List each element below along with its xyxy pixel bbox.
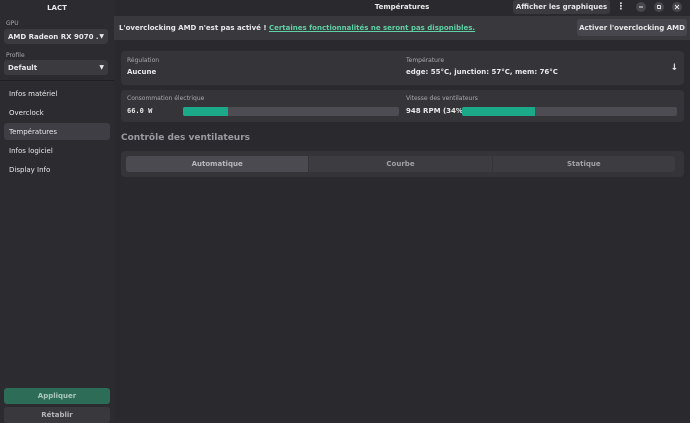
gpu-select-value: AMD Radeon RX 9070 ... — [8, 32, 100, 41]
power-bar-fill — [183, 107, 229, 116]
banner-link[interactable]: Certaines fonctionnalités ne seront pas … — [269, 24, 475, 32]
show-graphs-button[interactable]: Afficher les graphiques — [513, 0, 610, 14]
power-value: 66.0 W — [127, 107, 153, 115]
reset-button[interactable]: Rétablir — [4, 407, 110, 423]
overclock-warning-banner: L'overclocking AMD n'est pas activé ! Ce… — [114, 16, 690, 40]
profile-select-value: Default — [8, 63, 38, 72]
temperature-value: edge: 55°C, junction: 57°C, mem: 76°C — [406, 68, 558, 76]
activate-overclock-button[interactable]: Activer l'overclocking AMD — [577, 19, 687, 36]
sidebar-item-infos-materiel[interactable]: Infos matériel — [4, 85, 110, 102]
arrow-down-icon[interactable]: ↓ — [670, 63, 678, 73]
gpu-select[interactable]: AMD Radeon RX 9070 ... ▼ — [4, 29, 108, 44]
sidebar: LACT GPU AMD Radeon RX 9070 ... ▼ Profil… — [0, 0, 115, 423]
minimize-icon[interactable] — [636, 2, 646, 12]
gpu-label: GPU — [6, 20, 19, 27]
sidebar-nav: Infos matériel Overclock Températures In… — [4, 85, 110, 180]
apply-button[interactable]: Appliquer — [4, 388, 110, 404]
fan-value: 948 RPM (34%) — [406, 107, 467, 115]
banner-message: L'overclocking AMD n'est pas activé ! Ce… — [119, 24, 476, 32]
fan-mode-toggle: Automatique Courbe Statique — [126, 156, 675, 172]
chevron-down-icon: ▼ — [99, 64, 104, 71]
close-icon[interactable] — [672, 2, 682, 12]
main-panel: Températures Afficher les graphiques ⋮ L… — [114, 0, 690, 420]
sidebar-divider — [0, 80, 114, 81]
app-title: LACT — [47, 4, 67, 12]
chevron-down-icon: ▼ — [99, 33, 104, 40]
fan-mode-statique[interactable]: Statique — [493, 156, 675, 172]
sidebar-item-display-info[interactable]: Display Info — [4, 161, 110, 178]
profile-select[interactable]: Default ▼ — [4, 60, 108, 75]
restore-icon[interactable] — [654, 2, 664, 12]
regulation-label: Régulation — [127, 57, 160, 64]
fan-bar — [462, 107, 677, 116]
sidebar-item-overclock[interactable]: Overclock — [4, 104, 110, 121]
temperature-label: Température — [406, 57, 445, 64]
header-bar: Températures Afficher les graphiques ⋮ — [114, 0, 690, 14]
fan-mode-courbe[interactable]: Courbe — [309, 156, 493, 172]
menu-icon[interactable]: ⋮ — [617, 1, 626, 13]
sidebar-item-infos-logiciel[interactable]: Infos logiciel — [4, 142, 110, 159]
regulation-value: Aucune — [127, 68, 157, 76]
fan-control-title: Contrôle des ventilateurs — [121, 133, 251, 143]
profile-label: Profile — [6, 52, 25, 59]
power-fan-card: Consommation électrique 66.0 W Vitesse d… — [121, 90, 684, 122]
temperature-card: Régulation Aucune Température edge: 55°C… — [121, 51, 684, 85]
fan-label: Vitesse des ventilateurs — [406, 95, 478, 102]
fan-bar-fill — [462, 107, 536, 116]
sidebar-item-temperatures[interactable]: Températures — [4, 123, 110, 140]
power-label: Consommation électrique — [127, 95, 205, 102]
fan-mode-automatique[interactable]: Automatique — [126, 156, 310, 172]
power-bar — [183, 107, 399, 116]
